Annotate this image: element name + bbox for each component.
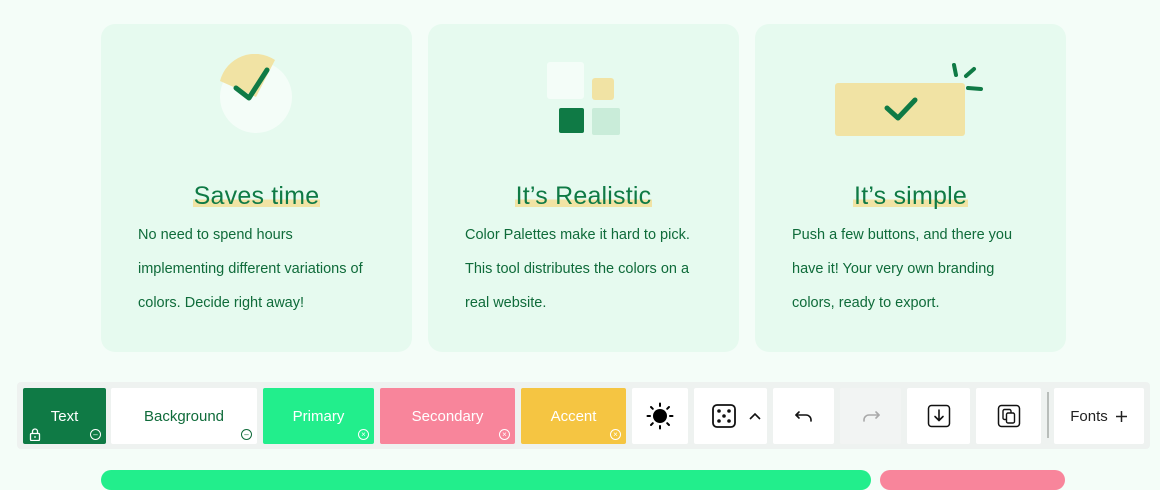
palette-squares-icon (428, 54, 739, 164)
swatch-label: Text (50, 407, 79, 425)
lock-icon[interactable] (29, 428, 41, 441)
color-toolbar: Text – Background – Primary × Secondary … (17, 382, 1150, 449)
theme-toggle-button[interactable] (632, 388, 688, 444)
close-icon[interactable]: × (358, 429, 369, 440)
copy-icon (997, 404, 1020, 428)
secondary-section-edge (880, 470, 1065, 490)
clock-check-icon (101, 53, 412, 164)
swatch-label: Primary (292, 407, 345, 425)
fonts-label: Fonts (1070, 407, 1108, 425)
close-icon[interactable]: × (499, 429, 510, 440)
remove-icon[interactable]: – (241, 429, 252, 440)
feature-description: Push a few buttons, and there you have i… (792, 227, 1013, 311)
close-icon[interactable]: × (610, 429, 621, 440)
feature-title: It’s Realistic (514, 182, 653, 210)
redo-button[interactable] (840, 388, 901, 444)
feature-description: No need to spend hours implementing diff… (138, 227, 363, 311)
undo-button[interactable] (773, 388, 834, 444)
swatch-background[interactable]: Background – (111, 388, 257, 444)
swatch-accent[interactable]: Accent × (521, 388, 626, 444)
download-icon (927, 404, 950, 428)
feature-card-realistic: It’s Realistic Color Palettes make it ha… (428, 24, 739, 352)
feature-title: Saves time (192, 182, 321, 210)
toolbar-divider (1047, 392, 1049, 438)
swatch-label: Accent (550, 407, 597, 425)
copy-button[interactable] (976, 388, 1041, 444)
swatch-text[interactable]: Text – (23, 388, 106, 444)
feature-description: Color Palettes make it hard to pick. Thi… (465, 227, 690, 311)
download-button[interactable] (907, 388, 970, 444)
swatch-primary[interactable]: Primary × (263, 388, 374, 444)
sun-icon (646, 402, 674, 430)
feature-card-saves-time: Saves time No need to spend hours implem… (101, 24, 412, 352)
undo-icon (794, 411, 812, 422)
swatch-secondary[interactable]: Secondary × (380, 388, 515, 444)
feature-card-simple: It’s simple Push a few buttons, and ther… (755, 24, 1066, 352)
swatch-label: Secondary (411, 407, 484, 425)
sparkle-check-icon (755, 54, 1066, 164)
swatch-label: Background (143, 407, 225, 425)
redo-icon (862, 411, 880, 422)
dice-icon (711, 404, 736, 428)
remove-icon[interactable]: – (90, 429, 101, 440)
feature-title: It’s simple (853, 182, 968, 210)
primary-section-edge (101, 470, 871, 490)
plus-icon (1115, 410, 1127, 422)
chevron-up-icon[interactable] (749, 412, 761, 420)
randomize-button[interactable] (694, 388, 767, 444)
fonts-button[interactable]: Fonts (1054, 388, 1144, 444)
